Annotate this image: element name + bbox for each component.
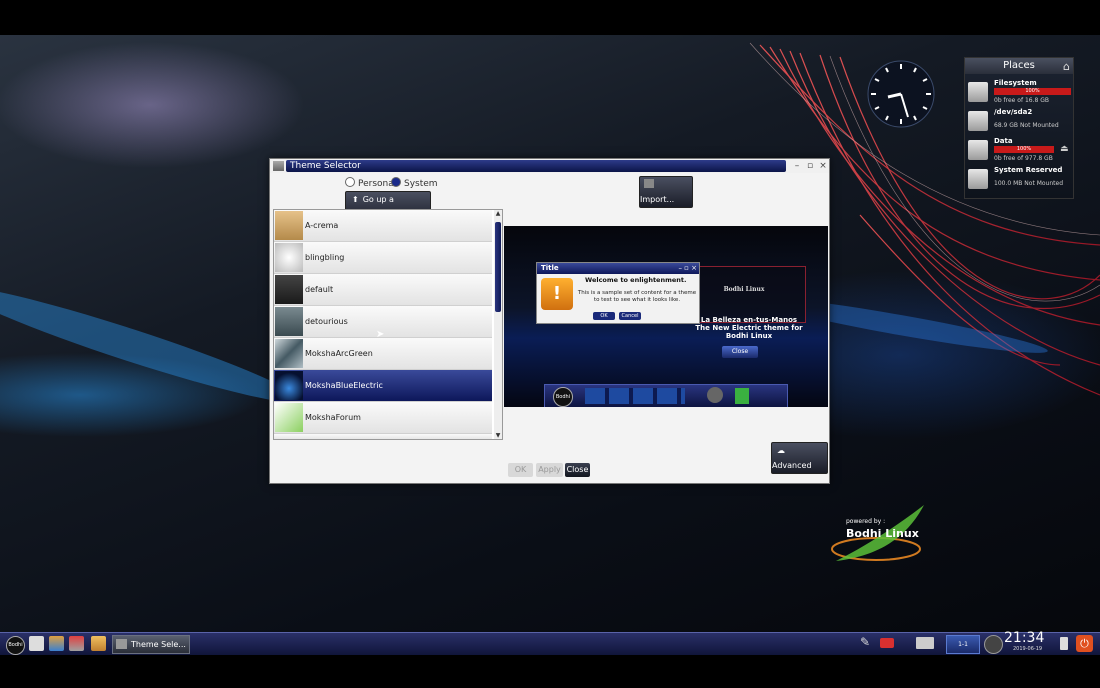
theme-thumbnail (275, 243, 303, 272)
bodhi-desktop-logo: powered by : Bodhi Linux (828, 505, 928, 565)
advanced-icon: ☁ (777, 446, 785, 455)
ok-button[interactable]: OK (508, 463, 533, 477)
places-title: Places (965, 58, 1073, 74)
theme-preview: Bodhi Linux La Belleza en-tus-Manos The … (504, 226, 828, 407)
places-gadget: Places ⌂ Filesystem 100% 0b free of 16.8… (964, 57, 1074, 199)
computer-icon[interactable] (29, 636, 44, 651)
theme-thumbnail (275, 371, 303, 400)
minimize-button[interactable]: – (791, 160, 803, 172)
theme-thumbnail (275, 339, 303, 368)
import-button[interactable]: Import... (639, 176, 693, 208)
place-item-filesystem[interactable]: Filesystem 100% 0b free of 16.8 GB (965, 79, 1073, 107)
arrow-up-icon: ⬆ (352, 195, 359, 204)
theme-selector-window: Theme Selector – ▫ × Personal System ⬆ Go… (269, 158, 830, 484)
import-icon (644, 179, 654, 188)
theme-item[interactable]: blingbling (274, 242, 492, 274)
pencil-icon[interactable]: ✎ (860, 635, 870, 649)
radio-personal[interactable]: Personal (345, 177, 396, 190)
image-viewer-icon[interactable] (69, 636, 84, 651)
place-item-system-reserved[interactable]: System Reserved 100.0 MB Not Mounted (965, 166, 1073, 194)
pager[interactable]: 1-1 (946, 635, 980, 654)
window-title: Theme Selector (290, 161, 361, 171)
theme-thumbnail (275, 403, 303, 432)
close-window-button[interactable]: × (817, 160, 829, 172)
theme-item[interactable]: default (274, 274, 492, 306)
camera-icon[interactable] (880, 638, 894, 648)
radio-selected-icon (391, 177, 401, 187)
preview-close-button: Close (722, 346, 758, 358)
theme-list[interactable]: A-crema blingbling default detourious Mo… (273, 209, 503, 440)
battery-icon (1060, 637, 1068, 650)
mouse-cursor: ➤ (376, 329, 385, 340)
theme-item[interactable]: MokshaForum (274, 402, 492, 434)
preview-shelf: Bodhi (544, 384, 788, 407)
scrollbar-thumb[interactable] (495, 222, 501, 312)
warning-icon: ! (541, 278, 573, 310)
browser-icon[interactable] (49, 636, 64, 651)
maximize-button[interactable]: ▫ (804, 160, 816, 172)
theme-thumbnail (275, 307, 303, 336)
start-button[interactable]: Bodhi (6, 636, 25, 655)
theme-thumbnail (275, 275, 303, 304)
theme-item[interactable]: A-crema (274, 210, 492, 242)
advanced-button[interactable]: ☁Advanced (771, 442, 828, 474)
theme-list-scrollbar[interactable]: ▲ ▼ (494, 210, 502, 439)
drive-icon (968, 82, 988, 102)
taskbar-time: 21:34 (1004, 630, 1045, 646)
keyboard-icon[interactable] (916, 637, 934, 649)
radio-icon (345, 177, 355, 187)
home-icon[interactable]: ⌂ (1063, 60, 1070, 73)
app-icon (273, 161, 284, 171)
mini-clock-icon (984, 635, 1003, 654)
taskbar-task-theme-selector[interactable]: Theme Sele... (112, 635, 190, 654)
power-icon[interactable]: ⏻ (1076, 635, 1093, 652)
file-manager-icon[interactable] (91, 636, 106, 651)
close-button[interactable]: Close (565, 463, 590, 477)
apply-button[interactable]: Apply (536, 463, 563, 477)
theme-item[interactable]: MokshaArcGreen (274, 338, 492, 370)
radio-system[interactable]: System (391, 177, 438, 190)
task-app-icon (116, 639, 127, 649)
scroll-up-icon[interactable]: ▲ (494, 210, 502, 217)
scroll-down-icon[interactable]: ▼ (494, 432, 502, 439)
theme-thumbnail (275, 211, 303, 240)
window-titlebar[interactable]: Theme Selector – ▫ × (270, 159, 829, 173)
drive-icon (968, 140, 988, 160)
drive-icon (968, 111, 988, 131)
place-item-data[interactable]: Data 100% ⏏ 0b free of 977.8 GB (965, 137, 1073, 165)
place-item-sda2[interactable]: /dev/sda2 68.9 GB Not Mounted (965, 108, 1073, 136)
taskbar: Bodhi Theme Sele... ✎ 1-1 21:34 2019-06-… (0, 630, 1100, 655)
theme-item-selected[interactable]: MokshaBlueElectric (274, 370, 492, 402)
preview-dialog: Title – ▫ × ! Welcome to enlightenment. … (536, 262, 700, 324)
desktop-clock (866, 59, 936, 129)
eject-icon[interactable]: ⏏ (1060, 144, 1069, 154)
drive-icon (968, 169, 988, 189)
taskbar-date: 2019-06-19 (1013, 646, 1043, 652)
